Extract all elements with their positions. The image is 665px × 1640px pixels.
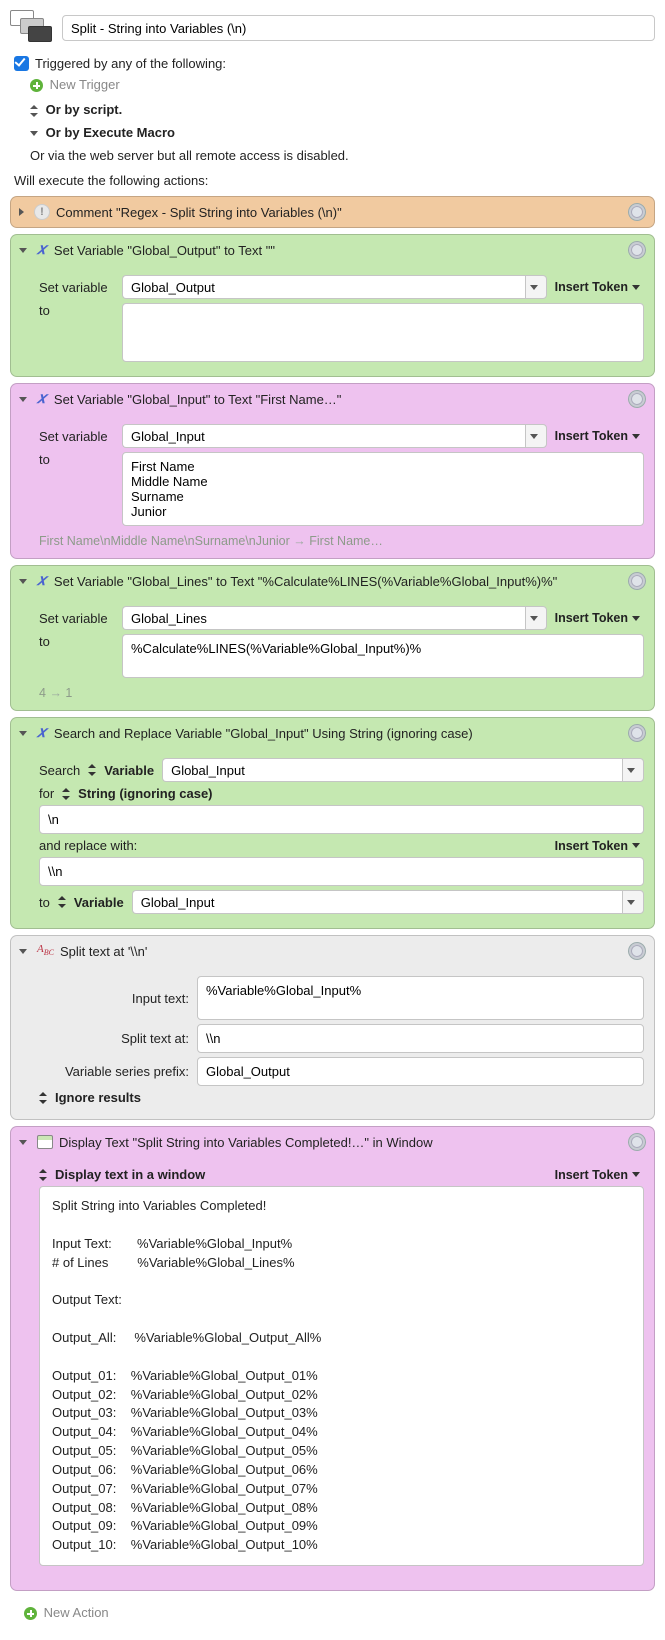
hint-text: 4 → 1 — [39, 682, 644, 700]
for-label: for — [39, 786, 54, 801]
gear-icon[interactable] — [628, 572, 646, 590]
display-body-textarea[interactable]: Split String into Variables Completed! I… — [39, 1186, 644, 1566]
variable-dropdown[interactable] — [525, 275, 547, 299]
to-variable-input[interactable] — [132, 890, 622, 914]
variable-icon: 𝑥 — [37, 725, 46, 741]
disclosure-icon[interactable] — [19, 579, 27, 584]
prefix-label: Variable series prefix: — [39, 1064, 189, 1079]
macro-icon — [10, 10, 54, 46]
action-title: Search and Replace Variable "Global_Inpu… — [54, 726, 473, 741]
action-title: Set Variable "Global_Output" to Text "" — [54, 243, 275, 258]
set-variable-label: Set variable — [39, 429, 114, 444]
variable-icon: 𝑥 — [37, 391, 46, 407]
variable-name-input[interactable] — [122, 275, 525, 299]
split-at-label: Split text at: — [39, 1031, 189, 1046]
plus-icon — [24, 1607, 37, 1620]
search-variable-input[interactable] — [162, 758, 622, 782]
disclosure-icon[interactable] — [19, 397, 27, 402]
variable-name-input[interactable] — [122, 606, 525, 630]
gear-icon[interactable] — [628, 1133, 646, 1151]
comment-icon: ! — [34, 204, 50, 220]
gear-icon[interactable] — [628, 942, 646, 960]
trigger-label: Triggered by any of the following: — [35, 56, 226, 71]
results-select[interactable]: Ignore results — [39, 1090, 141, 1105]
disclosure-icon[interactable] — [19, 248, 27, 253]
prefix-input[interactable] — [197, 1057, 644, 1086]
insert-token-button[interactable]: Insert Token — [555, 839, 644, 853]
macro-title-input[interactable] — [62, 15, 655, 41]
trigger-by-execute-macro[interactable]: Or by Execute Macro — [30, 125, 655, 140]
match-type-select[interactable]: String (ignoring case) — [62, 786, 212, 801]
trigger-enable-checkbox[interactable] — [14, 56, 29, 71]
variable-value-input[interactable]: %Calculate%LINES(%Variable%Global_Input%… — [122, 634, 644, 678]
insert-token-button[interactable]: Insert Token — [555, 1168, 644, 1182]
window-icon — [37, 1135, 53, 1149]
new-action-button[interactable]: New Action — [24, 1605, 655, 1620]
insert-token-button[interactable]: Insert Token — [555, 429, 644, 443]
disclosure-icon[interactable] — [19, 1140, 27, 1145]
to-label: to — [39, 452, 114, 467]
variable-value-input[interactable]: First Name Middle Name Surname Junior — [122, 452, 644, 526]
search-label: Search — [39, 763, 80, 778]
insert-token-button[interactable]: Insert Token — [555, 611, 644, 625]
trigger-by-script[interactable]: Or by script. — [30, 102, 655, 117]
action-title: Display Text "Split String into Variable… — [59, 1135, 433, 1150]
replace-value-input[interactable] — [39, 857, 644, 886]
action-title: Set Variable "Global_Lines" to Text "%Ca… — [54, 574, 557, 589]
variable-icon: 𝑥 — [37, 573, 46, 589]
set-variable-label: Set variable — [39, 611, 114, 626]
split-at-input[interactable] — [197, 1024, 644, 1053]
to-label: to — [39, 895, 50, 910]
action-title: Set Variable "Global_Input" to Text "Fir… — [54, 392, 342, 407]
replace-label: and replace with: — [39, 838, 137, 853]
variable-dropdown[interactable] — [525, 424, 547, 448]
variable-name-input[interactable] — [122, 424, 525, 448]
insert-token-button[interactable]: Insert Token — [555, 280, 644, 294]
display-mode-select[interactable]: Display text in a window — [39, 1167, 205, 1182]
to-label: to — [39, 303, 114, 318]
hint-text: First Name\nMiddle Name\nSurname\nJunior… — [39, 530, 644, 548]
trigger-via-web: Or via the web server but all remote acc… — [30, 148, 655, 163]
variable-dropdown[interactable] — [525, 606, 547, 630]
input-text-label: Input text: — [39, 991, 189, 1006]
to-label: to — [39, 634, 114, 649]
gear-icon[interactable] — [628, 724, 646, 742]
disclosure-icon[interactable] — [19, 731, 27, 736]
source-type-select[interactable]: Variable — [88, 763, 154, 778]
disclosure-icon[interactable] — [19, 949, 27, 954]
disclosure-icon[interactable] — [19, 208, 24, 216]
set-variable-label: Set variable — [39, 280, 114, 295]
variable-dropdown[interactable] — [622, 758, 644, 782]
action-title: Split text at '\\n' — [60, 944, 147, 959]
chevron-down-icon — [30, 131, 38, 136]
gear-icon[interactable] — [628, 390, 646, 408]
action-title: Comment "Regex - Split String into Varia… — [56, 205, 342, 220]
variable-value-input[interactable] — [122, 303, 644, 362]
updown-icon — [30, 105, 38, 117]
gear-icon[interactable] — [628, 203, 646, 221]
plus-icon — [30, 79, 43, 92]
text-icon: ABC — [37, 944, 54, 957]
will-execute-label: Will execute the following actions: — [14, 173, 655, 188]
gear-icon[interactable] — [628, 241, 646, 259]
dest-type-select[interactable]: Variable — [58, 895, 124, 910]
new-trigger-button[interactable]: New Trigger — [30, 77, 655, 92]
variable-icon: 𝑥 — [37, 242, 46, 258]
for-value-input[interactable] — [39, 805, 644, 834]
variable-dropdown[interactable] — [622, 890, 644, 914]
input-text-input[interactable]: %Variable%Global_Input% — [197, 976, 644, 1020]
